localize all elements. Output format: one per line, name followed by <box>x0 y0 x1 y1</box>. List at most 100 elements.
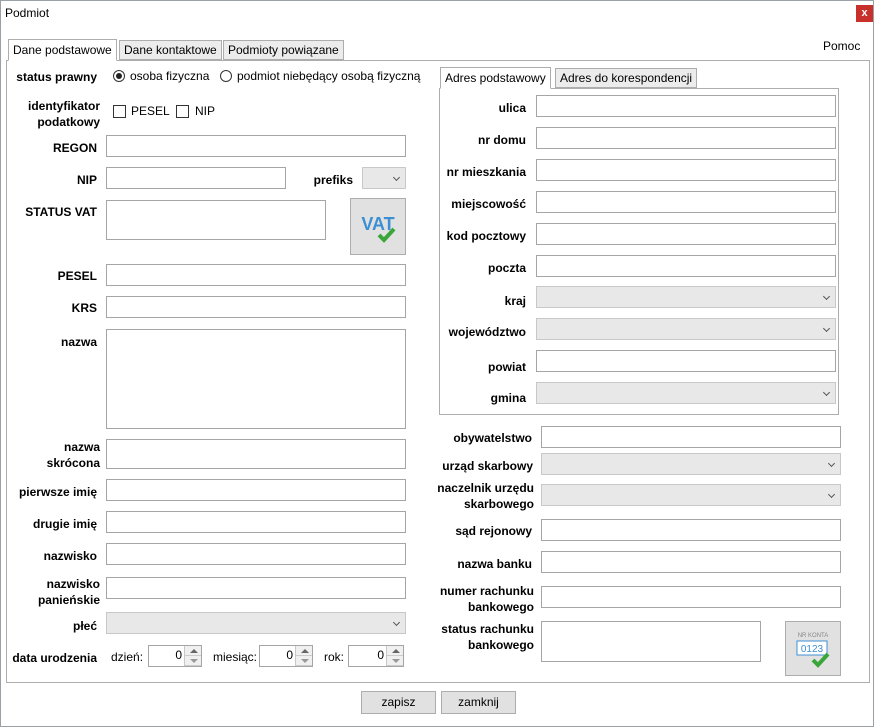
rok-value: 0 <box>377 648 384 662</box>
close-button[interactable]: zamknij <box>441 691 516 714</box>
chevron-down-icon <box>392 618 401 627</box>
bank-account-check-icon: NR KONTA 0123 <box>796 633 830 668</box>
radio-osoba-fizyczna-label: osoba fizyczna <box>130 69 210 83</box>
plec-label: płeć <box>72 619 97 633</box>
kraj-select[interactable] <box>536 286 836 308</box>
naczelnik-select[interactable] <box>541 484 841 506</box>
rok-stepper[interactable]: 0 <box>348 645 404 667</box>
nazwisko-label: nazwisko <box>43 549 97 563</box>
chevron-down-icon <box>827 490 836 499</box>
miesiac-down-button[interactable] <box>296 656 312 666</box>
wojewodztwo-select[interactable] <box>536 318 836 340</box>
gmina-select[interactable] <box>536 382 836 404</box>
nr-domu-input[interactable] <box>536 127 836 149</box>
radio-podmiot-label: podmiot niebędący osobą fizyczną <box>237 69 421 83</box>
vat-check-button[interactable]: VAT <box>350 198 406 255</box>
tab-adres-podstawowy[interactable]: Adres podstawowy <box>440 67 551 89</box>
urzad-skarbowy-label: urząd skarbowy <box>442 459 533 473</box>
sad-rejonowy-label: sąd rejonowy <box>455 524 532 538</box>
tab-dane-kontaktowe[interactable]: Dane kontaktowe <box>119 40 222 60</box>
help-link[interactable]: Pomoc <box>823 39 860 53</box>
rok-up-button[interactable] <box>387 646 403 656</box>
kod-pocztowy-input[interactable] <box>536 223 836 245</box>
urzad-skarbowy-select[interactable] <box>541 453 841 475</box>
nazwa-label: nazwa <box>60 335 97 349</box>
nazwisko-panienskie-label: nazwisko panieńskie <box>37 577 100 607</box>
tab-dane-podstawowe[interactable]: Dane podstawowe <box>8 39 117 61</box>
dzien-up-button[interactable] <box>185 646 201 656</box>
window: Podmiot x Pomoc Dane podstawowe Dane kon… <box>0 0 874 727</box>
chevron-down-icon <box>392 173 401 182</box>
drugie-imie-label: drugie imię <box>32 517 97 531</box>
miesiac-value: 0 <box>286 648 293 662</box>
drugie-imie-input[interactable] <box>106 511 406 533</box>
checkbox-pesel-label: PESEL <box>131 104 170 118</box>
status-prawny-label: status prawny <box>16 70 97 84</box>
dzien-value: 0 <box>175 648 182 662</box>
tab-adres-korespondencji[interactable]: Adres do korespondencji <box>555 68 698 88</box>
miejscowosc-input[interactable] <box>536 191 836 213</box>
status-vat-field[interactable] <box>106 200 326 240</box>
dzien-stepper[interactable]: 0 <box>148 645 202 667</box>
nip-label: NIP <box>76 173 97 187</box>
checkbox-nip[interactable] <box>176 105 189 118</box>
status-rachunku-label: status rachunku bankowego <box>441 622 534 652</box>
plec-select[interactable] <box>106 612 406 634</box>
prefiks-select[interactable] <box>362 167 406 189</box>
krs-label: KRS <box>71 301 97 315</box>
regon-label: REGON <box>52 141 97 155</box>
pierwsze-imie-input[interactable] <box>106 479 406 501</box>
nazwa-skrocona-label: nazwa skrócona <box>46 440 100 470</box>
checkbox-nip-label: NIP <box>195 104 216 118</box>
ulica-label: ulica <box>498 101 526 115</box>
dzien-label: dzień: <box>111 650 144 664</box>
poczta-input[interactable] <box>536 255 836 277</box>
nazwisko-panienskie-input[interactable] <box>106 577 406 599</box>
kraj-label: kraj <box>504 294 526 308</box>
miesiac-stepper[interactable]: 0 <box>259 645 313 667</box>
miejscowosc-label: miejscowość <box>451 197 526 211</box>
numer-rachunku-input[interactable] <box>541 586 841 608</box>
svg-text:0123: 0123 <box>801 644 824 655</box>
nip-input[interactable] <box>106 167 286 189</box>
save-button[interactable]: zapisz <box>361 691 436 714</box>
radio-osoba-fizyczna[interactable] <box>113 70 125 82</box>
dzien-down-button[interactable] <box>185 656 201 666</box>
vat-check-icon: VAT <box>361 214 396 243</box>
rok-down-button[interactable] <box>387 656 403 666</box>
krs-input[interactable] <box>106 296 406 318</box>
numer-rachunku-label: numer rachunku bankowego <box>439 584 534 614</box>
miesiac-up-button[interactable] <box>296 646 312 656</box>
nr-konta-check-button[interactable]: NR KONTA 0123 <box>785 621 841 676</box>
powiat-label: powiat <box>488 360 526 374</box>
status-vat-label: STATUS VAT <box>25 205 97 219</box>
status-rachunku-field[interactable] <box>541 621 761 662</box>
nr-mieszkania-label: nr mieszkania <box>446 165 526 179</box>
tab-podmioty-powiazane[interactable]: Podmioty powiązane <box>223 40 344 60</box>
powiat-input[interactable] <box>536 350 836 372</box>
nazwa-skrocona-input[interactable] <box>106 439 406 469</box>
poczta-label: poczta <box>487 261 526 275</box>
svg-text:NR KONTA: NR KONTA <box>798 633 829 639</box>
ulica-input[interactable] <box>536 95 836 117</box>
nazwisko-input[interactable] <box>106 543 406 565</box>
nazwa-input[interactable] <box>106 329 406 429</box>
obywatelstwo-input[interactable] <box>541 426 841 448</box>
checkbox-pesel[interactable] <box>113 105 126 118</box>
naczelnik-label: naczelnik urzędu skarbowego <box>437 481 534 511</box>
radio-podmiot[interactable] <box>220 70 232 82</box>
chevron-down-icon <box>827 459 836 468</box>
sad-rejonowy-input[interactable] <box>541 519 841 541</box>
identyfikator-label: identyfikator podatkowy <box>27 99 100 129</box>
gmina-label: gmina <box>490 391 526 405</box>
window-title: Podmiot <box>5 6 50 20</box>
chevron-down-icon <box>822 388 831 397</box>
nazwa-banku-input[interactable] <box>541 551 841 573</box>
pierwsze-imie-label: pierwsze imię <box>18 485 97 499</box>
chevron-down-icon <box>822 292 831 301</box>
nr-mieszkania-input[interactable] <box>536 159 836 181</box>
regon-input[interactable] <box>106 135 406 157</box>
pesel-input[interactable] <box>106 264 406 286</box>
close-window-button[interactable]: x <box>856 5 873 22</box>
kod-pocztowy-label: kod pocztowy <box>446 229 526 243</box>
